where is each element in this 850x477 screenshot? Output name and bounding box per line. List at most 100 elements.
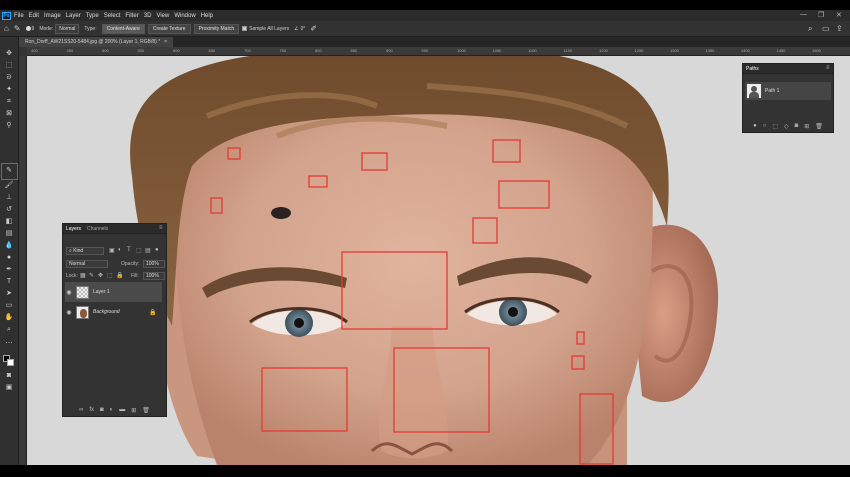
brush-size-picker[interactable]: 9 [25,26,34,32]
lasso-tool-icon[interactable]: ᘐ [3,73,15,83]
fill-path-icon[interactable]: ● [753,123,757,129]
filter-shape-icon[interactable]: ⬚ [136,247,142,254]
clone-stamp-tool-icon[interactable]: ⊥ [3,193,15,203]
dodge-tool-icon[interactable]: ● [3,253,15,263]
quick-mask-icon[interactable]: ◙ [3,371,15,381]
menu-help[interactable]: Help [201,13,213,19]
proximity-match-button[interactable]: Proximity Match [193,23,240,34]
crop-tool-icon[interactable]: ⌗ [3,97,15,107]
screen-mode-icon[interactable]: ▣ [3,383,15,393]
menu-type[interactable]: Type [86,13,99,19]
blend-mode-select[interactable]: Normal [66,260,108,268]
menu-file[interactable]: File [14,13,24,19]
close-tab-icon[interactable]: × [164,39,167,45]
add-mask-icon[interactable]: ◙ [100,407,104,413]
horizontal-ruler[interactable]: 400 450 500 550 600 650 700 750 800 850 900 950 1000… [27,47,850,56]
pen-tool-icon[interactable]: ✒ [3,265,15,275]
type-tool-icon[interactable]: T [3,277,15,287]
sample-all-layers-checkbox[interactable] [242,26,248,31]
minimize-button[interactable]: — [800,11,807,18]
visibility-eye-icon[interactable]: ◉ [65,289,73,296]
stroke-path-icon[interactable]: ○ [763,123,767,129]
filter-kind-select[interactable]: ⌕ Kind [66,247,104,255]
layer-style-icon[interactable]: fx [89,407,94,413]
fill-field[interactable]: 100% [143,272,165,280]
type-option: Type: [84,26,96,32]
vertical-ruler[interactable] [19,56,27,465]
lock-artboard-icon[interactable]: ⬚ [107,272,113,279]
share-icon[interactable]: ⇪ [836,24,843,33]
eyedropper-tool-icon[interactable]: ⚲ [3,121,15,131]
marquee-tool-icon[interactable]: ⬚ [3,61,15,71]
close-window-button[interactable]: ✕ [836,11,842,19]
sample-all-layers-option[interactable]: Sample All Layers [242,26,289,32]
move-tool-icon[interactable]: ✥ [3,49,15,59]
create-texture-button[interactable]: Create Texture [147,23,191,34]
panel-menu-icon[interactable]: ≡ [826,65,830,71]
new-group-icon[interactable]: ▬ [119,407,125,413]
delete-path-icon[interactable]: 🗑 [815,123,823,130]
menu-filter[interactable]: Filter [125,13,138,19]
menu-window[interactable]: Window [174,13,195,19]
blur-tool-icon[interactable]: 💧 [3,241,15,251]
content-aware-button[interactable]: Content-Aware [101,23,145,34]
load-selection-icon[interactable]: ⬚ [772,123,778,130]
panel-menu-icon[interactable]: ≡ [159,225,163,231]
add-mask-icon[interactable]: ◙ [795,123,799,129]
tab-channels[interactable]: Channels [87,226,108,232]
filter-type-icon[interactable]: T [127,247,131,253]
fill-label: Fill: [131,273,139,279]
search-icon[interactable]: ⌕ [808,24,812,34]
menu-layer[interactable]: Layer [66,13,81,19]
history-brush-tool-icon[interactable]: ↺ [3,205,15,215]
blemish-marker [571,355,585,370]
more-tools-icon[interactable]: ⋯ [3,339,15,349]
pressure-icon[interactable]: ✐ [310,24,317,33]
menu-select[interactable]: Select [104,13,121,19]
tab-paths[interactable]: Paths [746,66,759,72]
path-row[interactable]: Path 1 [745,82,831,100]
lock-all-icon[interactable]: 🔒 [116,272,123,279]
spot-healing-brush-tool-icon[interactable]: ✎ [3,166,15,176]
hand-tool-icon[interactable]: ✋ [3,313,15,323]
home-icon[interactable]: ⌂ [4,24,9,33]
tab-layers[interactable]: Layers [66,226,81,232]
rectangle-tool-icon[interactable]: ▭ [3,301,15,311]
filter-toggle-icon[interactable]: ● [155,247,159,253]
lock-transparency-icon[interactable]: ▦ [80,272,86,279]
frame-tool-icon[interactable]: ⊠ [3,109,15,119]
zoom-tool-icon[interactable]: ⌕ [3,325,15,335]
make-work-path-icon[interactable]: ◇ [784,123,789,130]
layer-row-background[interactable]: ◉ Background 🔒 [65,302,162,322]
filter-pixel-icon[interactable]: ▣ [109,247,115,254]
filter-adjustment-icon[interactable]: ◐ [118,247,122,253]
filter-smart-object-icon[interactable]: ▤ [145,247,151,254]
ruler-tick-label: 700 [244,48,251,53]
visibility-eye-icon[interactable]: ◉ [65,309,73,316]
new-path-icon[interactable]: ⊞ [804,123,809,130]
workspace-icon[interactable]: ▭ [822,24,830,33]
eraser-tool-icon[interactable]: ◧ [3,217,15,227]
gradient-tool-icon[interactable]: ▤ [3,229,15,239]
menu-edit[interactable]: Edit [29,13,39,19]
lock-position-icon[interactable]: ✥ [98,272,103,279]
link-layers-icon[interactable]: ∞ [79,407,83,413]
brush-tool-icon[interactable]: 🖌 [3,181,15,191]
maximize-button[interactable]: ❐ [818,11,824,19]
delete-layer-icon[interactable]: 🗑 [142,407,150,414]
spot-healing-brush-icon[interactable]: ✎ [14,24,21,33]
adjustment-layer-icon[interactable]: ◐ [110,407,114,413]
angle-option[interactable]: ∠ 0° [294,26,305,32]
layer-row-layer-1[interactable]: ◉ Layer 1 [65,282,162,302]
new-layer-icon[interactable]: ⊞ [131,407,136,414]
document-tab[interactable]: Ron_Dorff_AW21SS20-5484.jpg @ 200% (Laye… [19,37,174,47]
background-color-swatch[interactable] [7,359,14,366]
quick-select-tool-icon[interactable]: ✦ [3,85,15,95]
lock-pixels-icon[interactable]: ✎ [89,272,94,279]
menu-view[interactable]: View [156,13,169,19]
menu-image[interactable]: Image [44,13,61,19]
mode-select[interactable]: Normal [55,23,80,34]
opacity-field[interactable]: 100% [143,260,165,268]
path-select-tool-icon[interactable]: ➤ [3,289,15,299]
menu-3d[interactable]: 3D [144,13,152,19]
